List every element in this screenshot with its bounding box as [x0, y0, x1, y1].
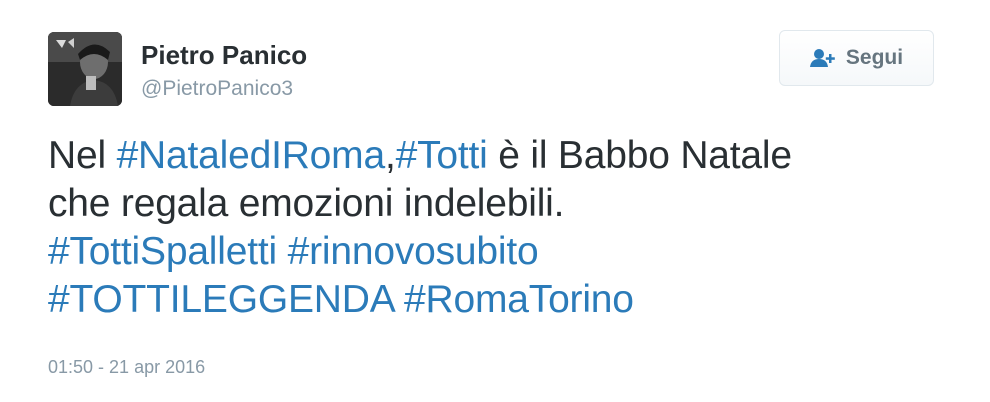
hashtag-link[interactable]: #rinnovosubito [288, 230, 539, 273]
tweet-card: Pietro Panico @PietroPanico3 Segui Nel #… [0, 0, 990, 402]
hashtag-link[interactable]: #NataledIRoma [117, 134, 386, 177]
avatar[interactable] [48, 32, 122, 106]
tweet-line-3: #TottiSpalletti #rinnovosubito [48, 228, 948, 276]
user-handle[interactable]: @PietroPanico3 [141, 76, 293, 102]
tweet-line-2: che regala emozioni indelebili. [48, 182, 565, 225]
follow-button[interactable]: Segui [779, 30, 934, 86]
user-name[interactable]: Pietro Panico [141, 40, 307, 70]
hashtag-link[interactable]: #TottiSpalletti [48, 230, 277, 273]
tweet-line-1: Nel #NataledIRoma,#Totti è il Babbo Nata… [48, 132, 948, 180]
add-user-icon [809, 48, 836, 68]
hashtag-link[interactable]: #RomaTorino [404, 278, 634, 321]
tweet-text-segment: è il Babbo Natale [487, 134, 792, 177]
tweet-timestamp[interactable]: 01:50 - 21 apr 2016 [48, 356, 205, 378]
follow-label: Segui [845, 46, 904, 69]
hashtag-link[interactable]: #TOTTILEGGENDA [48, 278, 394, 321]
tweet-text-segment: , [384, 134, 396, 177]
avatar-photo [48, 32, 122, 106]
tweet-text: Nel #NataledIRoma,#Totti è il Babbo Nata… [48, 132, 948, 324]
tweet-line-4: #TOTTILEGGENDA #RomaTorino [48, 276, 948, 324]
tweet-text-segment: Nel [48, 134, 117, 177]
hashtag-link[interactable]: #Totti [396, 134, 488, 177]
